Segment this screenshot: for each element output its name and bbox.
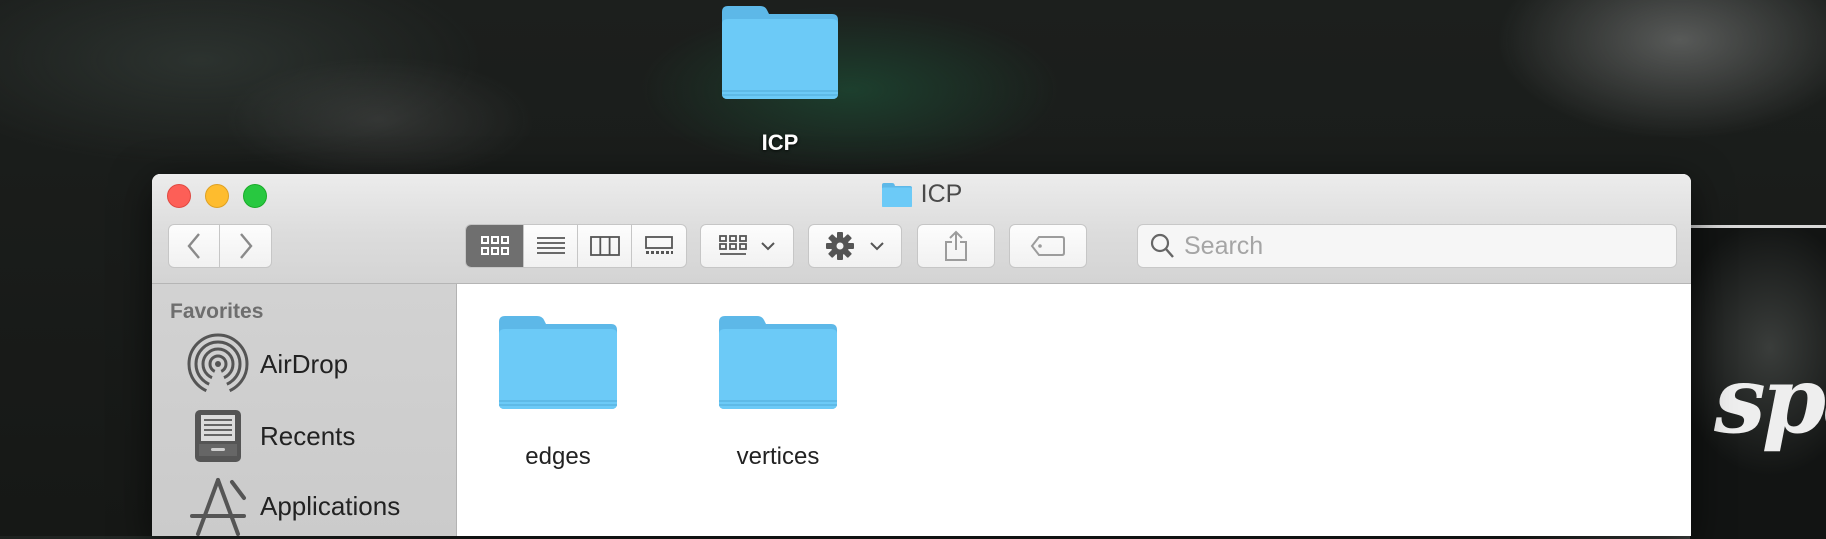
chevron-left-icon bbox=[187, 233, 200, 259]
list-view-button[interactable] bbox=[524, 225, 578, 267]
sidebar: Favorites AirDrop Recents Applications bbox=[152, 284, 457, 536]
gallery-icon bbox=[645, 236, 673, 254]
sidebar-item-label: AirDrop bbox=[260, 348, 349, 379]
list-icon bbox=[536, 237, 565, 254]
applications-icon bbox=[190, 478, 246, 536]
sidebar-heading-favorites: Favorites bbox=[170, 300, 264, 323]
action-menu-button[interactable] bbox=[808, 224, 902, 268]
tags-button[interactable] bbox=[1009, 224, 1087, 268]
search-input[interactable] bbox=[1182, 230, 1646, 262]
title-bar[interactable]: ICP bbox=[152, 174, 1691, 284]
folder-icon bbox=[499, 316, 617, 409]
chevron-down-icon bbox=[870, 242, 884, 251]
recents-icon bbox=[195, 410, 241, 462]
desktop-background-window: spe bbox=[1690, 225, 1826, 539]
icon-view-button[interactable] bbox=[466, 225, 524, 267]
forward-button[interactable] bbox=[220, 225, 271, 267]
folder-item-label: edges bbox=[525, 443, 591, 470]
share-icon bbox=[945, 230, 967, 261]
columns-icon bbox=[589, 236, 620, 256]
window-title: ICP bbox=[152, 180, 1691, 209]
view-mode-control bbox=[465, 224, 687, 268]
desktop-folder-icp[interactable]: ICP bbox=[718, 4, 842, 156]
chevron-right-icon bbox=[239, 233, 253, 259]
gallery-view-button[interactable] bbox=[632, 225, 686, 267]
finder-window: ICP Search Favorites AirDrop Recents App… bbox=[152, 174, 1691, 536]
airdrop-icon bbox=[187, 333, 249, 396]
chevron-down-icon bbox=[761, 242, 775, 251]
gear-icon bbox=[826, 232, 854, 260]
folder-item-label: vertices bbox=[736, 443, 820, 470]
sidebar-item-airdrop[interactable]: AirDrop bbox=[186, 332, 348, 396]
nav-buttons bbox=[168, 224, 272, 268]
sidebar-item-applications[interactable]: Applications bbox=[186, 476, 400, 536]
folder-icon bbox=[722, 6, 838, 99]
tag-icon bbox=[1030, 236, 1065, 256]
desktop-background-text: spe bbox=[1714, 346, 1826, 454]
desktop-folder-label: ICP bbox=[761, 130, 799, 155]
icon-grid-icon bbox=[480, 236, 509, 255]
group-by-button[interactable] bbox=[700, 224, 794, 268]
file-browser-area[interactable]: edges vertices bbox=[457, 284, 1691, 536]
back-button[interactable] bbox=[169, 225, 221, 267]
window-title-text: ICP bbox=[920, 180, 963, 208]
sidebar-item-label: Recents bbox=[260, 420, 356, 451]
search-icon bbox=[1150, 233, 1174, 258]
folder-item-edges[interactable]: edges bbox=[483, 314, 633, 471]
sidebar-item-recents[interactable]: Recents bbox=[186, 406, 355, 466]
search-field[interactable] bbox=[1137, 224, 1677, 268]
group-grid-icon bbox=[719, 235, 747, 255]
folder-item-vertices[interactable]: vertices bbox=[703, 314, 853, 471]
folder-icon bbox=[719, 316, 837, 409]
sidebar-item-label: Applications bbox=[260, 490, 401, 521]
folder-icon bbox=[881, 182, 912, 207]
share-button[interactable] bbox=[917, 224, 995, 268]
column-view-button[interactable] bbox=[578, 225, 632, 267]
